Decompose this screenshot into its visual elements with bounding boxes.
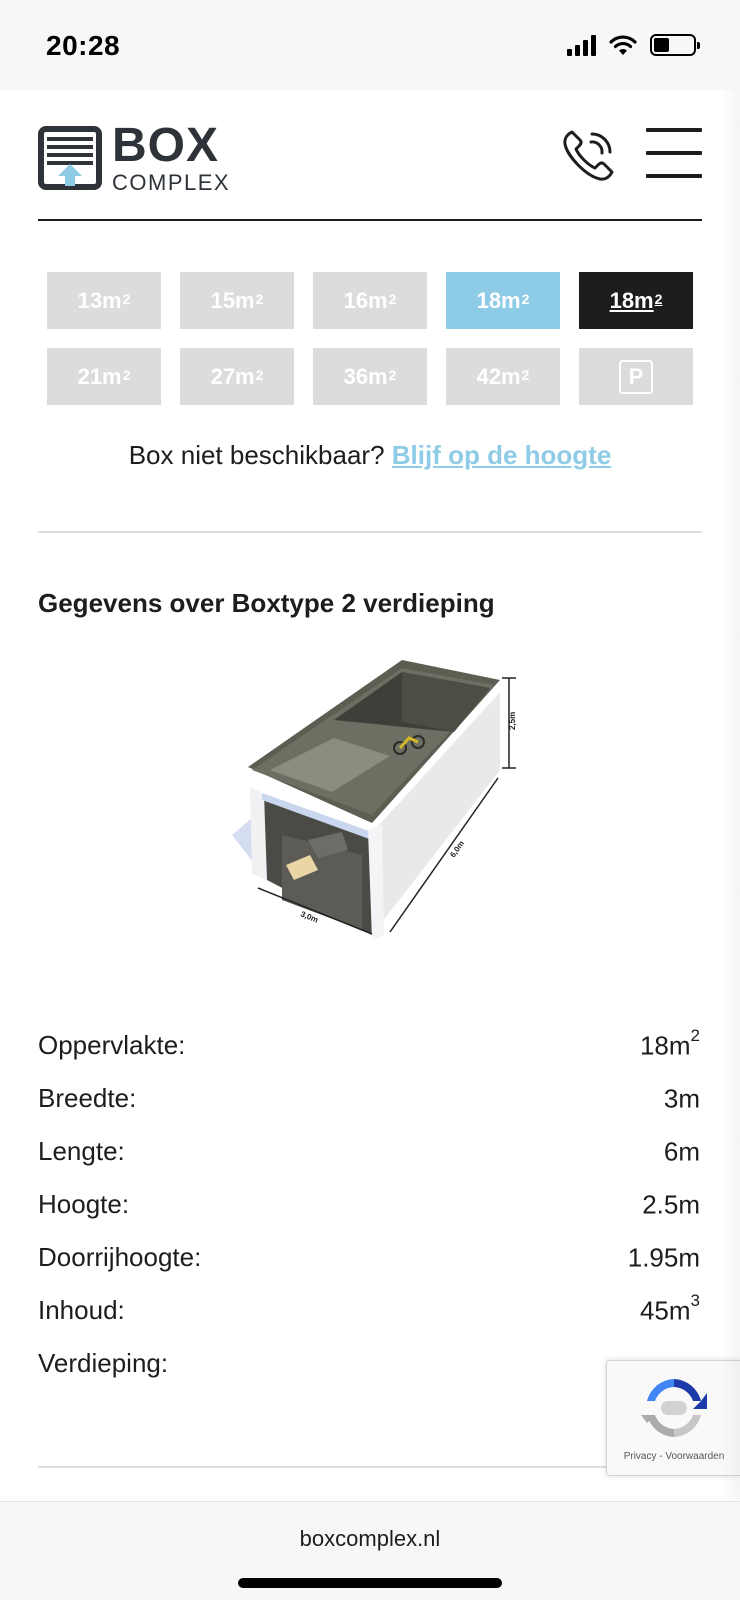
- spec-label: Lengte:: [38, 1136, 125, 1166]
- phone-icon: [563, 130, 614, 181]
- size-button-parking[interactable]: P: [579, 348, 693, 405]
- stay-informed-link[interactable]: Blijf op de hoogte: [392, 440, 612, 470]
- size-exponent: 2: [521, 290, 530, 307]
- page-edge-shadow: [722, 90, 740, 1500]
- size-label: 16m: [343, 287, 388, 313]
- phone-button[interactable]: [558, 124, 620, 186]
- size-exponent: 2: [654, 290, 663, 307]
- menu-icon[interactable]: [646, 128, 702, 178]
- status-time: 20:28: [46, 30, 121, 61]
- status-bar: 20:28: [0, 0, 740, 90]
- spec-value: 1.95m: [628, 1242, 700, 1274]
- size-label: 27m: [210, 363, 255, 389]
- size-exponent: 2: [521, 366, 530, 383]
- size-exponent: 2: [255, 366, 264, 383]
- spec-row: Verdieping:: [38, 1348, 702, 1401]
- size-exponent: 2: [122, 366, 131, 383]
- size-button[interactable]: 27m 2: [180, 348, 294, 405]
- spec-value-text: 45m: [639, 1295, 691, 1326]
- size-button[interactable]: 18m 2: [579, 272, 693, 329]
- battery-level: [654, 38, 670, 52]
- logo-icon: [38, 126, 102, 190]
- size-button[interactable]: 36m 2: [313, 348, 427, 405]
- size-button[interactable]: 15m 2: [180, 272, 294, 329]
- url-bar[interactable]: boxcomplex.nl: [0, 1526, 740, 1552]
- size-button[interactable]: 42m 2: [446, 348, 560, 405]
- wifi-icon: [609, 35, 637, 55]
- size-button[interactable]: 21m 2: [47, 348, 161, 405]
- size-label: 42m: [476, 363, 521, 389]
- spec-value-text: 2.5m: [642, 1189, 700, 1220]
- logo-text: BOX COMPLEX: [112, 122, 230, 194]
- spec-label: Hoogte:: [38, 1189, 130, 1219]
- spec-label: Inhoud:: [38, 1295, 125, 1325]
- size-exponent: 2: [388, 290, 397, 307]
- section-title: Gegevens over Boxtype 2 verdieping: [38, 588, 495, 618]
- box-illustration: 2,5m 6,0m 3,0m: [232, 660, 517, 940]
- spec-label: Breedte:: [38, 1083, 137, 1113]
- spec-value: 18m2: [639, 1026, 700, 1062]
- spec-value-exponent: 2: [690, 1026, 700, 1045]
- battery-icon: [650, 34, 700, 56]
- parking-icon: P: [619, 359, 653, 394]
- recaptcha-links[interactable]: Privacy - Voorwaarden: [607, 1451, 740, 1462]
- dimension-height-label: 2,5m: [508, 712, 517, 730]
- spec-value-text: 1.95m: [627, 1242, 700, 1273]
- size-label: 15m: [210, 287, 255, 313]
- spec-value-text: 18m: [639, 1030, 691, 1061]
- spec-row: Oppervlakte: 18m2: [38, 1026, 702, 1083]
- recaptcha-badge[interactable]: Privacy - Voorwaarden: [606, 1360, 740, 1476]
- logo-complex-text: COMPLEX: [112, 170, 231, 195]
- notice-text: Box niet beschikbaar?: [128, 440, 385, 470]
- spec-label: Verdieping:: [38, 1348, 169, 1378]
- spec-label: Oppervlakte:: [38, 1030, 186, 1060]
- spec-value: 3m: [664, 1083, 700, 1115]
- recaptcha-icon: [641, 1379, 707, 1437]
- size-label: 13m: [77, 287, 122, 313]
- browser-bar: boxcomplex.nl: [0, 1501, 740, 1600]
- spec-value: 2.5m: [642, 1189, 700, 1221]
- spec-value-text: 6m: [663, 1136, 700, 1167]
- specs-table: Oppervlakte: 18m2 Breedte: 3m Lengte: 6m Hoogt…: [38, 1026, 702, 1401]
- size-label: 36m: [343, 363, 388, 389]
- divider: [38, 1466, 702, 1468]
- size-exponent: 2: [255, 290, 264, 307]
- site-header: BOX COMPLEX: [38, 90, 702, 221]
- divider: [38, 531, 702, 533]
- size-button[interactable]: 16m 2: [313, 272, 427, 329]
- spec-row: Inhoud: 45m3: [38, 1291, 702, 1348]
- status-icons: [567, 34, 700, 56]
- spec-value: 6m: [664, 1136, 700, 1168]
- availability-notice: Box niet beschikbaar? Blijf op de hoogte: [0, 440, 740, 471]
- size-button[interactable]: 13m 2: [47, 272, 161, 329]
- spec-value: 45m3: [639, 1291, 700, 1327]
- logo-box-text: BOX: [112, 119, 220, 172]
- size-exponent: 2: [388, 366, 397, 383]
- spec-row: Hoogte: 2.5m: [38, 1189, 702, 1242]
- size-grid: 13m 2 15m 2 16m 2 18m 2 18m 2 21m 2 27m 2 36m 2 42m 2 P: [47, 272, 693, 405]
- signal-icon: [567, 34, 596, 56]
- spec-row: Doorrijhoogte: 1.95m: [38, 1242, 702, 1295]
- spec-value-text: 3m: [663, 1083, 700, 1114]
- size-label: 18m: [476, 287, 521, 313]
- logo[interactable]: BOX COMPLEX: [38, 122, 230, 194]
- size-label: 18m: [609, 287, 654, 313]
- size-label: 21m: [77, 363, 122, 389]
- home-indicator[interactable]: [238, 1578, 502, 1588]
- spec-value-exponent: 3: [690, 1291, 700, 1310]
- size-exponent: 2: [122, 290, 131, 307]
- spec-row: Breedte: 3m: [38, 1083, 702, 1136]
- size-button[interactable]: 18m 2: [446, 272, 560, 329]
- spec-row: Lengte: 6m: [38, 1136, 702, 1189]
- spec-label: Doorrijhoogte:: [38, 1242, 202, 1272]
- dimension-length-label: 6,0m: [448, 839, 466, 859]
